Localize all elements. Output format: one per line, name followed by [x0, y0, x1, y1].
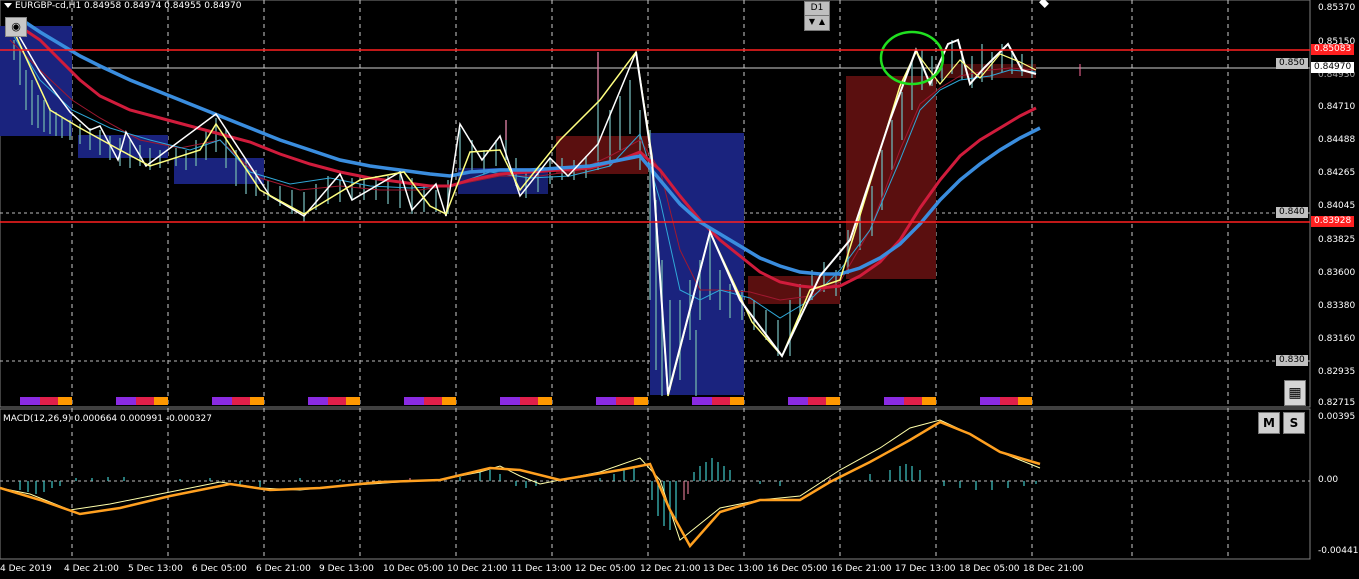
- price-axis-label: 0.84265: [1318, 168, 1356, 178]
- price-axis-label: 0.83600: [1318, 268, 1356, 278]
- price-axis-label: 0.84488: [1318, 135, 1356, 145]
- time-axis-label: 11 Dec 13:00: [511, 564, 572, 574]
- s-button[interactable]: S: [1283, 412, 1305, 434]
- price-axis-label: 0.84710: [1318, 102, 1356, 112]
- time-axis-label: 10 Dec 21:00: [447, 564, 508, 574]
- price-axis-label: 0.85370: [1318, 3, 1356, 13]
- session-boxes: [0, 26, 1036, 395]
- macd-axis-label: 0.00395: [1318, 412, 1356, 422]
- macd-label: MACD(12,26,9) 0.000664 0.000991 -0.00032…: [3, 414, 213, 424]
- m-button[interactable]: M: [1258, 412, 1280, 434]
- macd-signal-line: [0, 420, 1041, 549]
- time-axis-label: 9 Dec 13:00: [319, 564, 374, 574]
- symbol-header: EURGBP-cd,H1 0.84958 0.84974 0.84955 0.8…: [4, 1, 241, 11]
- time-axis-label: 4 Dec 21:00: [64, 564, 119, 574]
- macd-axis-label: -0.00441: [1318, 546, 1359, 556]
- time-axis-label: 16 Dec 21:00: [831, 564, 892, 574]
- time-axis-label: 18 Dec 05:00: [959, 564, 1020, 574]
- timeframe-widget[interactable]: D1 ▼ ▲: [804, 1, 830, 31]
- time-axis-label: 17 Dec 13:00: [895, 564, 956, 574]
- round-level-tag: 0.850: [1276, 58, 1308, 69]
- price-axis-label: 0.84045: [1318, 201, 1356, 211]
- price-axis-label: 0.82935: [1318, 367, 1356, 377]
- round-level-tag: 0.830: [1276, 355, 1308, 366]
- time-axis-label: 6 Dec 05:00: [192, 564, 247, 574]
- time-axis-label: 12 Dec 05:00: [575, 564, 636, 574]
- macd-axis-label: 0.00: [1318, 475, 1339, 485]
- current-price-tag: 0.84970: [1311, 62, 1355, 73]
- macd-frame: [0, 408, 1311, 560]
- price-axis-label: 0.83380: [1318, 301, 1356, 311]
- time-axis-label: 12 Dec 21:00: [640, 564, 701, 574]
- calculator-icon[interactable]: ▦: [1284, 380, 1306, 406]
- time-axis-label: 5 Dec 13:00: [128, 564, 183, 574]
- timeframe-up-icon[interactable]: ▲: [817, 16, 827, 28]
- time-axis-label: 10 Dec 05:00: [383, 564, 444, 574]
- lower-level-tag: 0.83928: [1311, 216, 1355, 227]
- chart-canvas[interactable]: [0, 0, 1359, 579]
- timeframe-down-icon[interactable]: ▼: [807, 16, 817, 28]
- session-bars: [20, 397, 1032, 405]
- menu-triangle-icon[interactable]: [4, 3, 12, 8]
- time-axis-label: 13 Dec 13:00: [703, 564, 764, 574]
- price-axis-label: 0.83825: [1318, 235, 1356, 245]
- time-axis-label: 18 Dec 21:00: [1023, 564, 1084, 574]
- macd-histogram: [19, 458, 1037, 530]
- price-axis-label: 0.83160: [1318, 334, 1356, 344]
- price-axis-label: 0.82715: [1318, 398, 1356, 408]
- macd-line: [0, 419, 1041, 541]
- timeframe-label: D1: [805, 2, 829, 16]
- time-axis-label: 16 Dec 05:00: [767, 564, 828, 574]
- round-level-tag: 0.840: [1276, 207, 1308, 218]
- time-axis-label: 6 Dec 21:00: [256, 564, 311, 574]
- eye-icon[interactable]: ◉: [5, 17, 27, 37]
- time-axis-label: 4 Dec 2019: [0, 564, 52, 574]
- upper-level-tag: 0.85083: [1311, 44, 1355, 55]
